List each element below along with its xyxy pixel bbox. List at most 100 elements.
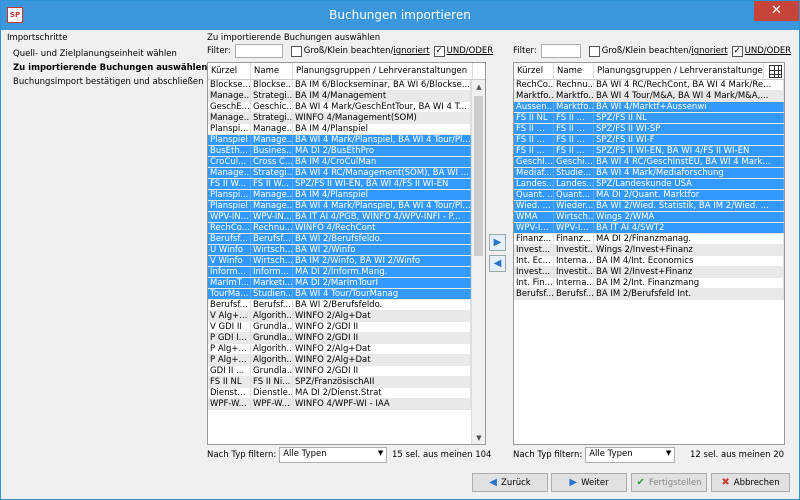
table-row[interactable]: Berufsf... Berufsf... BA IM 2/Berufsfeld I… [514, 289, 784, 300]
table-row[interactable]: Inform... Inform... MA DI 2/Inform.Mang. [208, 267, 485, 278]
col-planungsgruppen[interactable]: Planungsgruppen / Lehrveranstaltungen [293, 63, 473, 79]
back-button[interactable]: ◀ Zurück [472, 473, 548, 492]
table-row[interactable]: FS II NL FS II ... SPZ/FS II NL [514, 113, 784, 124]
table-row[interactable]: RechCo... Rechnu... WINFO 4/RechCont [208, 223, 485, 234]
right-type-select[interactable]: Alle Typen ▼ [585, 447, 676, 463]
table-row[interactable]: Berufsf... Berufsf... BA WI 2/Berufsfeldo. [208, 234, 485, 245]
left-scroll-thumb[interactable] [474, 96, 483, 256]
ignore-label[interactable]: ignoriert [691, 46, 727, 56]
table-row[interactable]: Quant. ... Quant... MA DI 2/Quant. Marktfo… [514, 190, 784, 201]
table-row[interactable]: GeschE... Geschic... BA WI 4 Mark/GeschEnt… [208, 102, 485, 113]
cell-kuerzel: Landes... [516, 179, 554, 189]
table-row[interactable]: V Winfo Wirtsch... BA IM 2/Winfo, BA WI 2/… [208, 256, 485, 267]
cell-name: Grundla... [253, 333, 293, 343]
table-row[interactable]: MarImT... Marketi... MA DI 2/MarImTourI [208, 278, 485, 289]
table-row[interactable]: FS II ... FS II ... SPZ/FS II WI-F [514, 135, 784, 146]
left-scrollbar[interactable]: ▲ ▼ [471, 80, 485, 444]
table-row[interactable]: Invest... Investit... BA WI 2/Invest+Finan… [514, 267, 784, 278]
table-row[interactable]: Finanz... Finanz... MA DI 2/Finanzmanag. [514, 234, 784, 245]
table-row[interactable]: Int. Ec... Interna... BA IM 4/Int. Economi… [514, 256, 784, 267]
import-step-2[interactable]: Zu importierende Buchungen auswählen [7, 61, 207, 75]
left-type-select[interactable]: Alle Typen ▼ [279, 447, 388, 463]
import-step-1[interactable]: Quell- und Zielplanungseinheit wählen [7, 47, 203, 61]
col-planungsgruppen[interactable]: Planungsgruppen / Lehrveranstaltungen [594, 63, 764, 79]
table-row[interactable]: V Alg+... Algorith... WINFO 2/Alg+Dat [208, 311, 485, 322]
right-case-checkbox[interactable] [588, 45, 600, 57]
table-row[interactable]: Invest... Investit... Wings 2/Invest+Finan… [514, 245, 784, 256]
table-row[interactable]: WMA Wirtsch... Wings 2/WMA [514, 212, 784, 223]
table-row[interactable]: Landes... Landes... SPZ/Landeskunde USA [514, 179, 784, 190]
cell-planungsgruppen: BA WI 4 RC/RechCont, BA WI 4 Mark/Re... [594, 80, 784, 90]
left-case-checkbox[interactable] [290, 45, 302, 57]
table-row[interactable]: BusEth... Busines... MA DI 2/BusEthPro [208, 146, 485, 157]
cell-name: Finanz... [554, 234, 594, 244]
table-row[interactable]: TourMa... Studien... BA WI 4 Tour/TourMana… [208, 289, 485, 300]
col-name[interactable]: Name [554, 63, 594, 79]
col-name[interactable]: Name [251, 63, 293, 79]
table-row[interactable]: FS II ... FS II ... SPZ/FS II WI-EN, BA WI… [514, 146, 784, 157]
cell-name: Berufsf... [556, 289, 594, 299]
cell-planungsgruppen: BA WI 4 Mark/Planspiel, BA WI 4 Tour/Pl.… [295, 201, 471, 211]
cell-kuerzel: Berufsf... [208, 300, 251, 310]
table-row[interactable]: FS II NL FS II Ni... SPZ/FranzösischAII [208, 377, 485, 388]
table-row[interactable]: WPV-IN... WPV-IN... BA IT AI 4/PGB, WINFO … [208, 212, 485, 223]
table-row[interactable]: P Alg+... Algorith... WINFO 2/Alg+Dat [208, 355, 485, 366]
table-row[interactable]: Int. Fin... Interna... BA IM 2/Int. Finanz… [514, 278, 784, 289]
table-row[interactable]: Aussen... Marktfo... BA WI 4/Marktf+Aussen… [514, 102, 784, 113]
table-row[interactable]: Planspiel Manage... BA WI 4 Mark/Planspiel… [208, 135, 485, 146]
table-row[interactable]: GDI II ... Grundla... WINFO 2/GDI II [208, 366, 485, 377]
table-row[interactable]: Blockse... Blockse... BA IM 6/Blockseminar… [208, 80, 485, 91]
table-row[interactable]: WPV-I... WPV-I... BA IT AI 4/SWT2 [514, 223, 784, 234]
cell-planungsgruppen: BA IM 4/Planspiel [293, 190, 471, 200]
scroll-up-icon[interactable]: ▲ [472, 80, 485, 94]
table-row[interactable]: Wied. ... Wieder... BA WI 2/Wied. Statisti… [514, 201, 784, 212]
finish-button[interactable]: ✔ Fertigstellen [631, 473, 707, 492]
table-row[interactable]: GeschI... Geschi... BA WI 4 RC/GeschInstEU… [514, 157, 784, 168]
table-row[interactable]: V GDI II Grundla... WINFO 2/GDI II [208, 322, 485, 333]
table-row[interactable]: FS II W... FS II W... SPZ/FS II WI-EN, BA … [208, 179, 485, 190]
cell-kuerzel: Finanz... [514, 234, 554, 244]
cell-planungsgruppen: WINFO 4/RechCont [293, 223, 471, 233]
table-row[interactable]: FS II ... FS II ... SPZ/FS II WI-SP [514, 124, 784, 135]
table-row[interactable]: Marktfo... Marktfo... BA WI 4 Tour/M&A, BA… [514, 91, 784, 102]
table-row[interactable]: P GDI I... Grundla... WINFO 2/GDI II [208, 333, 485, 344]
import-step-3[interactable]: Buchungsimport bestätigen und abschließe… [7, 75, 204, 89]
right-filter-input[interactable] [540, 44, 581, 58]
col-kuerzel[interactable]: Kürzel [514, 63, 554, 79]
left-bookings-grid: Kürzel Name Planungsgruppen / Lehrverans… [207, 62, 486, 445]
move-left-icon[interactable]: ◀ [489, 255, 506, 272]
table-row[interactable]: CroCul... Cross C... BA IM 4/CroCulMan [208, 157, 485, 168]
table-row[interactable]: Planspiel Manage... BA WI 4 Mark/Planspiel… [208, 201, 485, 212]
table-row[interactable]: P Alg+... Algorith... WINFO 2/Alg+Dat [208, 344, 485, 355]
table-row[interactable]: RechCo... Rechnu... BA WI 4 RC/RechCont, B… [514, 80, 784, 91]
move-right-icon[interactable]: ▶ [489, 234, 506, 251]
cell-planungsgruppen: WINFO 4/Management(SOM) [293, 113, 471, 123]
close-button[interactable]: ✕ [754, 1, 799, 21]
cell-planungsgruppen: BA IM 2/Berufsfeld Int. [594, 289, 784, 299]
cell-planungsgruppen: BA WI 4 RC/GeschInstEU, BA WI 4 Mark... [594, 157, 784, 167]
left-and-or-checkbox[interactable]: ✓ [433, 45, 445, 57]
cell-kuerzel: Planspi... [208, 190, 251, 200]
table-row[interactable]: Dienst... Dienstle... MA DI 2/Dienst.Strat [208, 388, 485, 399]
cancel-button[interactable]: ✖ Abbrechen [711, 473, 790, 492]
scroll-down-icon[interactable]: ▼ [472, 431, 485, 444]
cell-planungsgruppen: WINFO 2/Alg+Dat [293, 355, 471, 365]
table-row[interactable]: Ü Winfo Wirtsch... BA WI 2/Winfo [208, 245, 485, 256]
next-button[interactable]: ▶ Weiter [551, 473, 627, 492]
table-row[interactable]: WPF-W... WPF-W... WINFO 4/WPF-WI - IAA [208, 399, 485, 410]
left-filter-input[interactable] [234, 44, 283, 58]
col-kuerzel[interactable]: Kürzel [208, 63, 251, 79]
cell-planungsgruppen: BA IM 6/Blockseminar, BA WI 6/Blockse... [295, 80, 471, 90]
right-and-or-checkbox[interactable]: ✓ [731, 45, 743, 57]
ignore-label[interactable]: ignoriert [393, 46, 429, 56]
type-filter-label: Nach Typ filtern: [513, 450, 583, 460]
table-row[interactable]: Planspi... Manage... BA IM 4/Planspiel [208, 124, 485, 135]
table-row[interactable]: Berufsf... Berufsf... BA WI 2/Berufsfeldo. [208, 300, 485, 311]
table-row[interactable]: Manage... Strategi... WINFO 4/Management(S… [208, 113, 485, 124]
table-row[interactable]: Manage... Strategi... BA IM 4/Management [208, 91, 485, 102]
right-selection-count: 12 sel. aus meinen 20 [690, 450, 785, 460]
table-row[interactable]: Manage... Strategi... BA WI 4 RC/Managemen… [208, 168, 485, 179]
table-row[interactable]: Mediaf... Studie... BA WI 4 Mark/Mediafors… [514, 168, 784, 179]
column-chooser-icon[interactable] [769, 65, 782, 78]
table-row[interactable]: Planspi... Manage... BA IM 4/Planspiel [208, 190, 485, 201]
